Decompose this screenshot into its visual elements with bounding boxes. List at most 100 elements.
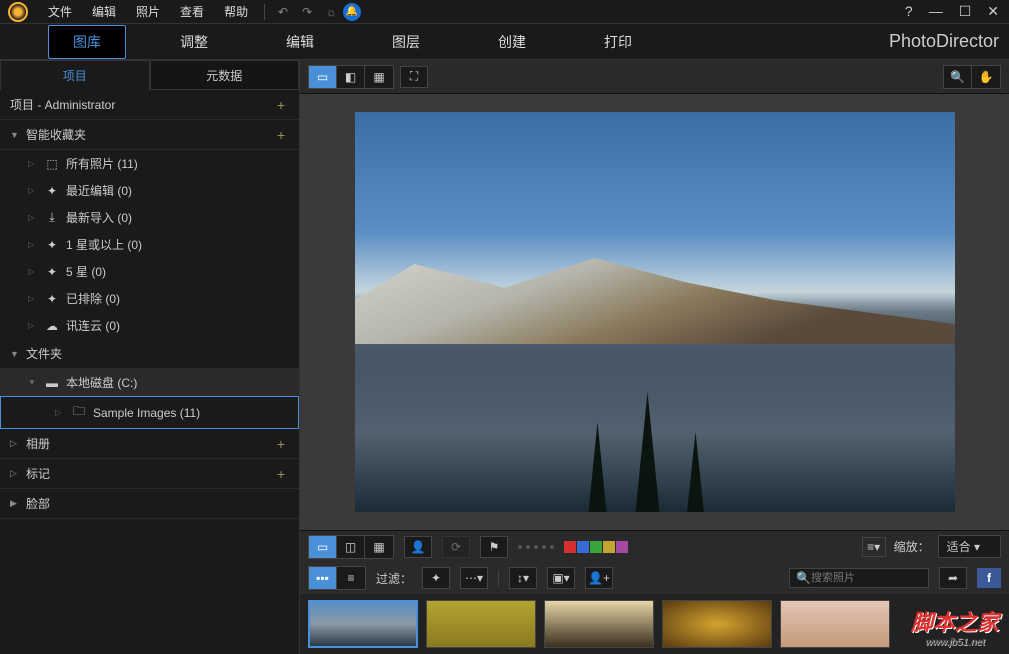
view-mode-2[interactable]: ◫: [337, 536, 365, 558]
view-grid-button[interactable]: ▦: [365, 66, 393, 88]
redo-icon[interactable]: ↷: [299, 4, 315, 20]
chevron-down-icon: ▼: [10, 349, 20, 359]
add-album-button[interactable]: +: [273, 436, 289, 452]
add-project-button[interactable]: +: [273, 97, 289, 113]
facebook-button[interactable]: f: [977, 568, 1001, 588]
menu-file[interactable]: 文件: [38, 0, 82, 24]
faces-label: 脸部: [26, 495, 289, 512]
smart-item-import[interactable]: ▷⤓最新导入 (0): [0, 204, 299, 231]
smart-item-excluded[interactable]: ▷✦已排除 (0): [0, 285, 299, 312]
zoom-select[interactable]: 适合 ▾: [938, 535, 1001, 558]
menu-view[interactable]: 查看: [170, 0, 214, 24]
chevron-right-icon: ▷: [55, 408, 65, 417]
app-name: PhotoDirector: [889, 31, 1009, 52]
color-tag-yellow[interactable]: [603, 541, 615, 553]
star-rating[interactable]: [518, 545, 554, 549]
smart-item-5star[interactable]: ▷✦5 星 (0): [0, 258, 299, 285]
thumbnail[interactable]: [662, 600, 772, 648]
add-smart-button[interactable]: +: [273, 127, 289, 143]
chevron-right-icon: ▶: [10, 498, 20, 509]
thumb-size-2[interactable]: ≡: [337, 567, 365, 589]
divider: [264, 4, 265, 20]
undo-icon[interactable]: ↶: [275, 4, 291, 20]
project-header[interactable]: 项目 - Administrator +: [0, 90, 299, 120]
wand-icon: ✦: [44, 184, 60, 198]
folders-header[interactable]: ▼ 文件夹: [0, 339, 299, 369]
cloud-icon: ☁: [44, 319, 60, 333]
view-mode-1[interactable]: ▭: [309, 536, 337, 558]
color-tag-red[interactable]: [564, 541, 576, 553]
rotate-button[interactable]: ⟳: [442, 536, 470, 558]
tab-adjust[interactable]: 调整: [156, 26, 232, 58]
tab-library[interactable]: 图库: [48, 25, 126, 59]
tags-header[interactable]: ▷ 标记 +: [0, 459, 299, 489]
add-tag-button[interactable]: +: [273, 466, 289, 482]
maximize-button[interactable]: ☐: [955, 3, 976, 20]
albums-header[interactable]: ▷ 相册 +: [0, 429, 299, 459]
tab-create[interactable]: 创建: [474, 26, 550, 58]
side-tab-metadata[interactable]: 元数据: [150, 60, 300, 90]
menubar: 文件 编辑 照片 查看 帮助 ↶ ↷ ☼ 🔔 ? — ☐ ✕: [0, 0, 1009, 24]
filter-flag-button[interactable]: ✦: [422, 567, 450, 589]
view-single-button[interactable]: ▭: [309, 66, 337, 88]
smart-item-1star[interactable]: ▷✦1 星或以上 (0): [0, 231, 299, 258]
folder-item-selected[interactable]: ▷🗀Sample Images (11): [0, 396, 299, 429]
albums-label: 相册: [26, 435, 273, 452]
sidebar: 项目 元数据 项目 - Administrator + ▼ 智能收藏夹 + ▷⬚…: [0, 60, 300, 654]
tab-edit[interactable]: 编辑: [262, 26, 338, 58]
view-dual-button[interactable]: ◧: [337, 66, 365, 88]
add-person-button[interactable]: 👤+: [585, 567, 613, 589]
minimize-button[interactable]: —: [925, 3, 947, 20]
chevron-right-icon: ▷: [28, 240, 38, 249]
thumb-size-1[interactable]: ▪▪▪: [309, 567, 337, 589]
color-tag-green[interactable]: [590, 541, 602, 553]
faces-header[interactable]: ▶ 脸部: [0, 489, 299, 519]
color-tag-purple[interactable]: [616, 541, 628, 553]
sort-direction-button[interactable]: ↕▾: [509, 567, 537, 589]
smart-collection-header[interactable]: ▼ 智能收藏夹 +: [0, 120, 299, 150]
smart-item-all[interactable]: ▷⬚所有照片 (11): [0, 150, 299, 177]
drive-item[interactable]: ▼▬本地磁盘 (C:): [0, 369, 299, 396]
photo-preview: [355, 112, 955, 512]
chevron-right-icon: ▷: [10, 438, 20, 449]
thumbnail[interactable]: [308, 600, 418, 648]
filter-more-button[interactable]: ⋯▾: [460, 567, 488, 589]
thumbnail[interactable]: [426, 600, 536, 648]
zoom-label: 缩放：: [894, 538, 930, 555]
smart-item-cloud[interactable]: ▷☁讯连云 (0): [0, 312, 299, 339]
gear-icon[interactable]: ☼: [323, 4, 339, 20]
sort-button[interactable]: ≡▾: [862, 537, 886, 557]
pan-tool-button[interactable]: ✋: [972, 66, 1000, 88]
photo-viewer[interactable]: [300, 94, 1009, 530]
thumbnail[interactable]: [544, 600, 654, 648]
tab-print[interactable]: 打印: [580, 26, 656, 58]
wand-icon: ✦: [44, 238, 60, 252]
side-tab-project[interactable]: 项目: [0, 60, 150, 90]
smart-item-recent[interactable]: ▷✦最近编辑 (0): [0, 177, 299, 204]
wand-icon: ✦: [44, 265, 60, 279]
search-box[interactable]: 🔍 ✕: [789, 568, 929, 588]
window-controls: ? — ☐ ✕: [901, 3, 1009, 20]
zoom-tool-button[interactable]: 🔍: [944, 66, 972, 88]
stack-button[interactable]: ▣▾: [547, 567, 575, 589]
view-mode-3[interactable]: ▦: [365, 536, 393, 558]
export-button[interactable]: ➦: [939, 567, 967, 589]
main-tabs: 图库 调整 编辑 图层 创建 打印 PhotoDirector: [0, 24, 1009, 60]
menu-photo[interactable]: 照片: [126, 0, 170, 24]
help-icon[interactable]: ?: [901, 3, 917, 20]
drive-icon: ▬: [44, 376, 60, 390]
face-tag-button[interactable]: 👤: [404, 536, 432, 558]
external-display-button[interactable]: ⛶: [400, 66, 428, 88]
tab-layer[interactable]: 图层: [368, 26, 444, 58]
chevron-right-icon: ▷: [28, 213, 38, 222]
import-icon: ⤓: [44, 210, 60, 225]
bell-icon[interactable]: 🔔: [343, 3, 361, 21]
search-input[interactable]: [811, 572, 953, 584]
color-tag-blue[interactable]: [577, 541, 589, 553]
menu-help[interactable]: 帮助: [214, 0, 258, 24]
close-button[interactable]: ✕: [983, 3, 1003, 20]
flag-button[interactable]: ⚑: [480, 536, 508, 558]
thumbnail[interactable]: [780, 600, 890, 648]
menu-edit[interactable]: 编辑: [82, 0, 126, 24]
search-icon: 🔍: [796, 571, 811, 585]
